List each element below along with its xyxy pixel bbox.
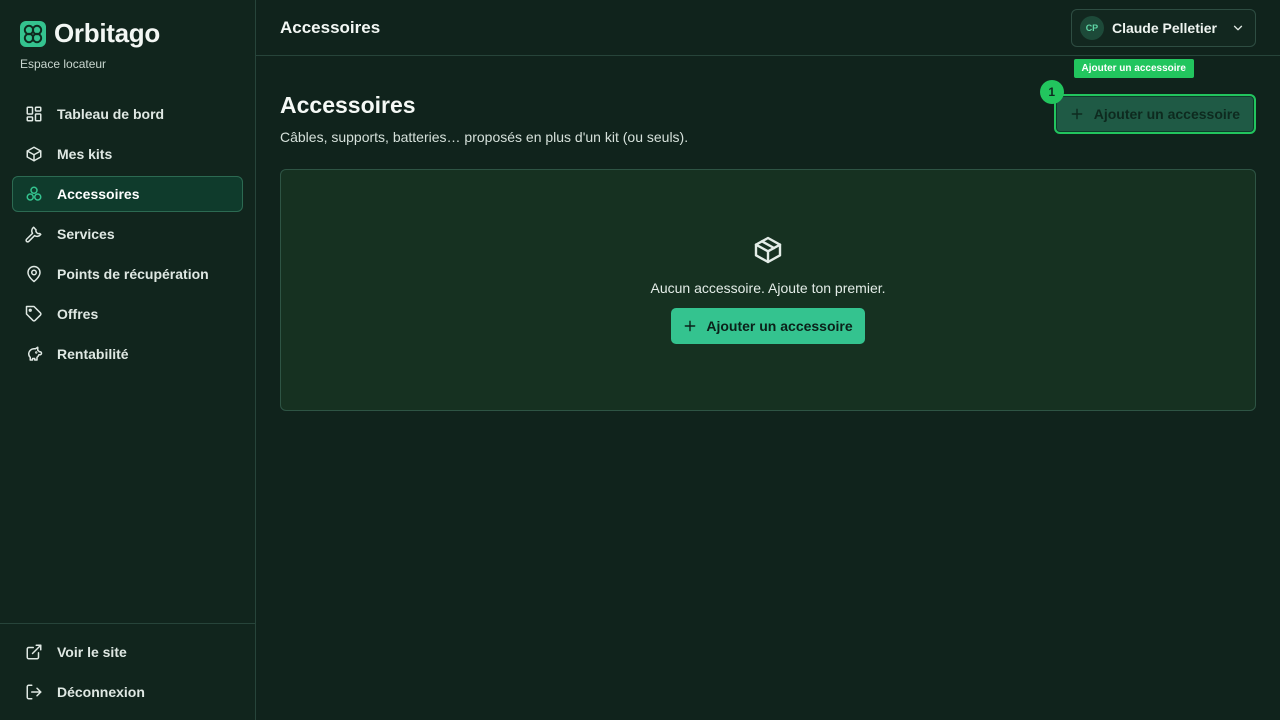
sidebar-item-label: Accessoires bbox=[57, 186, 140, 202]
brand-subtitle: Espace locateur bbox=[20, 57, 107, 71]
accessories-icon bbox=[26, 186, 42, 201]
empty-state-card: Aucun accessoire. Ajoute ton premier. Aj… bbox=[280, 169, 1256, 411]
empty-state-text: Aucun accessoire. Ajoute ton premier. bbox=[650, 280, 886, 296]
sidebar-item-offres[interactable]: Offres bbox=[12, 296, 243, 332]
plus-icon bbox=[684, 320, 696, 332]
view-site-label: Voir le site bbox=[57, 644, 127, 660]
sidebar-item-label: Services bbox=[57, 226, 115, 242]
sidebar-footer: Voir le site Déconnexion bbox=[0, 623, 255, 720]
view-site-link[interactable]: Voir le site bbox=[12, 634, 243, 670]
empty-state-add-button[interactable]: Ajouter un accessoire bbox=[671, 308, 865, 344]
empty-state-add-button-label: Ajouter un accessoire bbox=[706, 318, 853, 334]
sidebar-item-services[interactable]: Services bbox=[12, 216, 243, 252]
sidebar-item-points-de-recuperation[interactable]: Points de récupération bbox=[12, 256, 243, 292]
sidebar-item-label: Tableau de bord bbox=[57, 106, 165, 122]
orbitago-logo-icon bbox=[20, 20, 46, 47]
add-accessory-button[interactable]: Ajouter un accessoire bbox=[1053, 94, 1256, 134]
avatar: CP bbox=[1079, 15, 1104, 40]
box-icon bbox=[26, 146, 42, 162]
brand-row[interactable]: Orbitago bbox=[20, 18, 235, 49]
plus-icon bbox=[1071, 108, 1083, 120]
sidebar-item-label: Offres bbox=[57, 306, 99, 322]
add-accessory-button-label: Ajouter un accessoire bbox=[1093, 106, 1240, 122]
piggy-bank-icon bbox=[27, 346, 43, 361]
user-menu-button[interactable]: CP Claude Pelletier bbox=[1070, 8, 1256, 47]
chevron-down-icon bbox=[1233, 25, 1243, 30]
topbar-title: Accessoires bbox=[280, 17, 381, 37]
external-link-icon bbox=[26, 644, 42, 660]
sidebar: Orbitago Espace locateur Tableau de bord… bbox=[0, 0, 256, 720]
topbar: Accessoires CP Claude Pelletier bbox=[256, 0, 1280, 56]
page-header: Accessoires Câbles, supports, batteries…… bbox=[280, 59, 1256, 145]
logout-button[interactable]: Déconnexion bbox=[12, 674, 243, 710]
map-pin-icon bbox=[27, 265, 41, 283]
add-accessory-header-wrapper: Ajouter un accessoire 1 Ajouter un acces… bbox=[1039, 59, 1256, 134]
app: Orbitago Espace locateur Tableau de bord… bbox=[0, 0, 1280, 720]
page-description: Câbles, supports, batteries… proposés en… bbox=[280, 129, 689, 145]
sidebar-item-accessoires[interactable]: Accessoires bbox=[12, 176, 243, 212]
wrench-icon bbox=[25, 226, 42, 243]
sidebar-item-label: Rentabilité bbox=[57, 346, 129, 362]
page-heading-group: Accessoires Câbles, supports, batteries…… bbox=[280, 90, 688, 145]
page-content: Accessoires Câbles, supports, batteries…… bbox=[256, 56, 1280, 411]
tag-icon bbox=[25, 305, 42, 322]
brand-name: Orbitago bbox=[54, 18, 160, 48]
sidebar-item-label: Mes kits bbox=[57, 146, 113, 162]
dashboard-icon bbox=[26, 106, 42, 122]
tooltip: Ajouter un accessoire bbox=[1073, 59, 1194, 78]
page-title: Accessoires bbox=[280, 92, 416, 118]
sidebar-nav: Tableau de bord Mes kits Accessoires Ser… bbox=[0, 96, 255, 372]
logout-icon bbox=[26, 684, 42, 700]
main-area: Accessoires CP Claude Pelletier Accessoi… bbox=[256, 0, 1280, 720]
user-name: Claude Pelletier bbox=[1111, 19, 1217, 36]
step-badge: 1 bbox=[1039, 80, 1064, 104]
sidebar-item-rentabilite[interactable]: Rentabilité bbox=[12, 336, 243, 372]
sidebar-item-label: Points de récupération bbox=[57, 266, 209, 282]
package-icon bbox=[754, 236, 782, 264]
sidebar-item-mes-kits[interactable]: Mes kits bbox=[12, 136, 243, 172]
logout-label: Déconnexion bbox=[57, 684, 145, 700]
brand: Orbitago Espace locateur bbox=[0, 0, 255, 96]
sidebar-item-tableau-de-bord[interactable]: Tableau de bord bbox=[12, 96, 243, 132]
